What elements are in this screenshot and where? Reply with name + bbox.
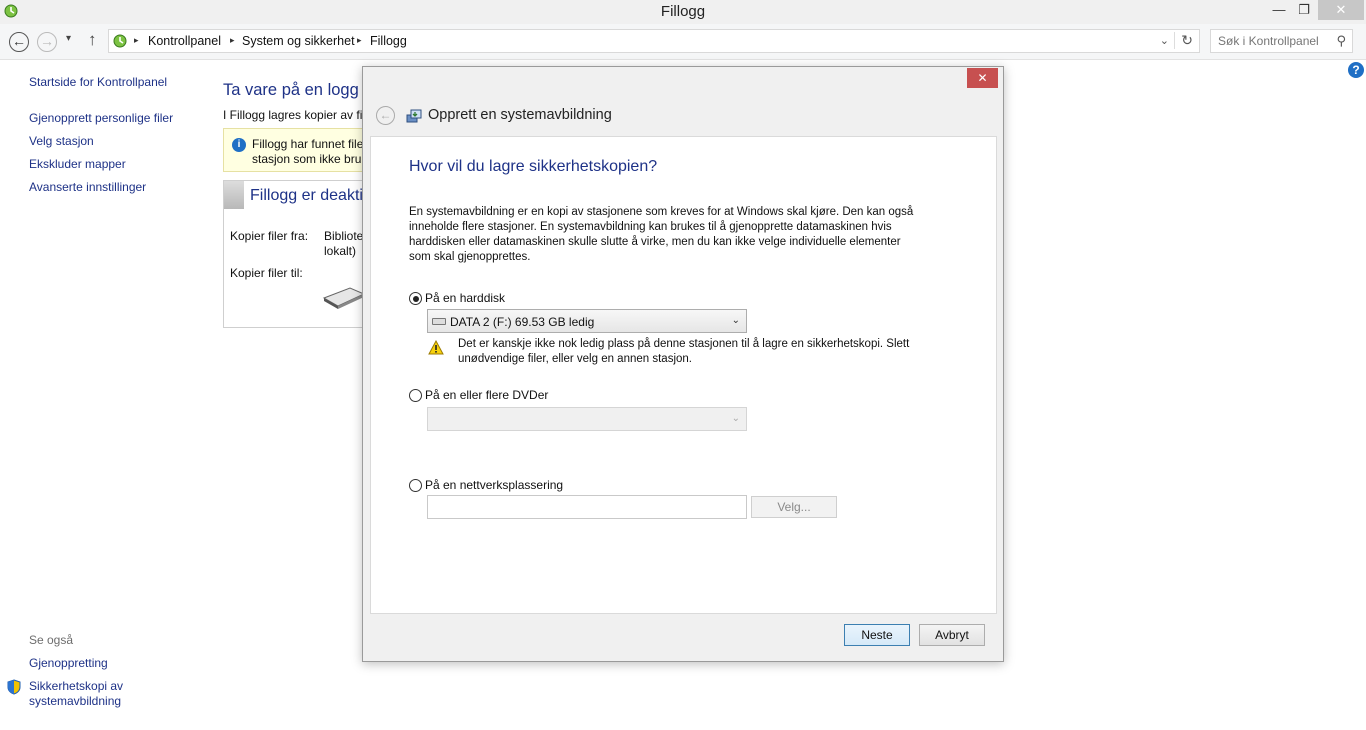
warning-icon — [428, 340, 444, 355]
next-button[interactable]: Neste — [844, 624, 910, 646]
dialog-description-line: inneholde flere stasjoner. En systemavbi… — [409, 221, 892, 233]
address-dropdown-icon[interactable]: ⌄ — [1160, 34, 1169, 47]
choose-location-button: Velg... — [751, 496, 837, 518]
chevron-down-icon: ⌄ — [731, 413, 740, 424]
dialog-content: Hvor vil du lagre sikkerhetskopien? En s… — [370, 136, 997, 614]
sidebar-item-ekskluder-mapper[interactable]: Ekskluder mapper — [29, 157, 126, 171]
window-title: Fillogg — [660, 3, 706, 20]
see-also-gjenoppretting[interactable]: Gjenoppretting — [29, 656, 108, 670]
breadcrumb-separator-icon: ▸ — [230, 35, 235, 45]
title-bar: Fillogg — ❐ ✕ — [0, 0, 1366, 24]
harddisk-select[interactable]: DATA 2 (F:) 69.53 GB ledig ⌄ — [427, 309, 747, 333]
recent-locations-dropdown[interactable]: ▾ — [66, 33, 71, 44]
sidebar-item-velg-stasjon[interactable]: Velg stasjon — [29, 134, 94, 148]
file-history-icon — [113, 34, 127, 48]
sidebar-item-gjenopprett-filer[interactable]: Gjenopprett personlige filer — [29, 111, 173, 125]
external-drive-icon — [322, 287, 366, 309]
forward-button[interactable]: → — [37, 32, 57, 52]
sidebar-item-startside[interactable]: Startside for Kontrollpanel — [29, 75, 167, 89]
info-banner: i Fillogg har funnet file stasjon som ik… — [223, 128, 368, 172]
info-icon: i — [232, 138, 246, 152]
system-image-dialog: ✕ ← Opprett en systemavbildning Hvor vil… — [362, 66, 1004, 662]
radio-harddisk-label[interactable]: På en harddisk — [425, 291, 505, 305]
refresh-icon[interactable]: ↻ — [1174, 32, 1193, 49]
see-also-system-image-line1[interactable]: Sikkerhetskopi av — [29, 679, 123, 693]
close-window-button[interactable]: ✕ — [1318, 0, 1364, 20]
dialog-description-line: som skal gjenopprettes. — [409, 251, 531, 263]
dialog-close-button[interactable]: ✕ — [967, 68, 998, 88]
dialog-description-line: harddisken eller datamaskinen skulle slu… — [409, 236, 901, 248]
uac-shield-icon — [7, 679, 21, 695]
breadcrumb-separator-icon: ▸ — [134, 35, 139, 45]
breadcrumb-system-og-sikkerhet[interactable]: System og sikkerhet — [242, 34, 355, 48]
maximize-button[interactable]: ❐ — [1289, 0, 1319, 20]
search-icon[interactable]: ⚲ — [1336, 33, 1346, 49]
info-banner-line: Fillogg har funnet file — [252, 137, 364, 151]
dialog-question: Hvor vil du lagre sikkerhetskopien? — [409, 158, 658, 175]
warning-text-line: Det er kanskje ikke nok ledig plass på d… — [458, 338, 910, 350]
search-input[interactable] — [1218, 34, 1328, 48]
copy-from-value: lokalt) — [324, 244, 357, 258]
hard-drive-icon — [432, 318, 446, 325]
chevron-down-icon: ⌄ — [731, 315, 740, 326]
page-heading: Ta vare på en logg o — [223, 81, 373, 99]
radio-dvd[interactable] — [409, 389, 422, 402]
dvd-select: ⌄ — [427, 407, 747, 431]
breadcrumb-fillogg[interactable]: Fillogg — [370, 34, 407, 48]
radio-network-label[interactable]: På en nettverksplassering — [425, 478, 563, 492]
network-path-input[interactable] — [427, 495, 747, 519]
help-icon[interactable]: ? — [1348, 62, 1364, 78]
breadcrumb-separator-icon: ▸ — [357, 35, 362, 45]
dialog-title: Opprett en systemavbildning — [428, 107, 612, 123]
info-banner-line: stasjon som ikke bruk — [252, 152, 368, 166]
see-also-heading: Se også — [29, 633, 74, 647]
search-box[interactable]: ⚲ — [1210, 29, 1353, 53]
dialog-description-line: En systemavbildning er en kopi av stasjo… — [409, 206, 914, 218]
address-bar[interactable]: ▸ Kontrollpanel ▸ System og sikkerhet ▸ … — [108, 29, 1200, 53]
warning-text-line: unødvendige filer, eller velg en annen s… — [458, 353, 692, 365]
radio-network[interactable] — [409, 479, 422, 492]
status-panel: Fillogg er deakti Kopier filer fra: Bibl… — [223, 180, 368, 328]
page-description: I Fillogg lagres kopier av fil — [223, 108, 366, 122]
back-button[interactable]: ← — [9, 32, 29, 52]
backup-icon — [406, 109, 422, 123]
radio-harddisk[interactable] — [409, 292, 422, 305]
cancel-button[interactable]: Avbryt — [919, 624, 985, 646]
radio-dvd-label[interactable]: På en eller flere DVDer — [425, 388, 548, 402]
harddisk-select-value: DATA 2 (F:) 69.53 GB ledig — [450, 315, 595, 329]
see-also-system-image-line2[interactable]: systemavbildning — [29, 694, 121, 708]
navigation-bar: ← → ▾ ↑ ▸ Kontrollpanel ▸ System og sikk… — [0, 24, 1366, 60]
status-bar-indicator — [224, 181, 244, 209]
copy-to-label: Kopier filer til: — [230, 266, 303, 280]
breadcrumb-kontrollpanel[interactable]: Kontrollpanel — [148, 34, 221, 48]
sidebar-item-avanserte-innstillinger[interactable]: Avanserte innstillinger — [29, 180, 146, 194]
copy-from-value: Bibliote — [324, 229, 364, 243]
status-title: Fillogg er deakti — [250, 187, 363, 204]
dialog-back-button[interactable]: ← — [376, 106, 395, 125]
up-button[interactable]: ↑ — [88, 30, 97, 50]
copy-from-label: Kopier filer fra: — [230, 229, 309, 243]
